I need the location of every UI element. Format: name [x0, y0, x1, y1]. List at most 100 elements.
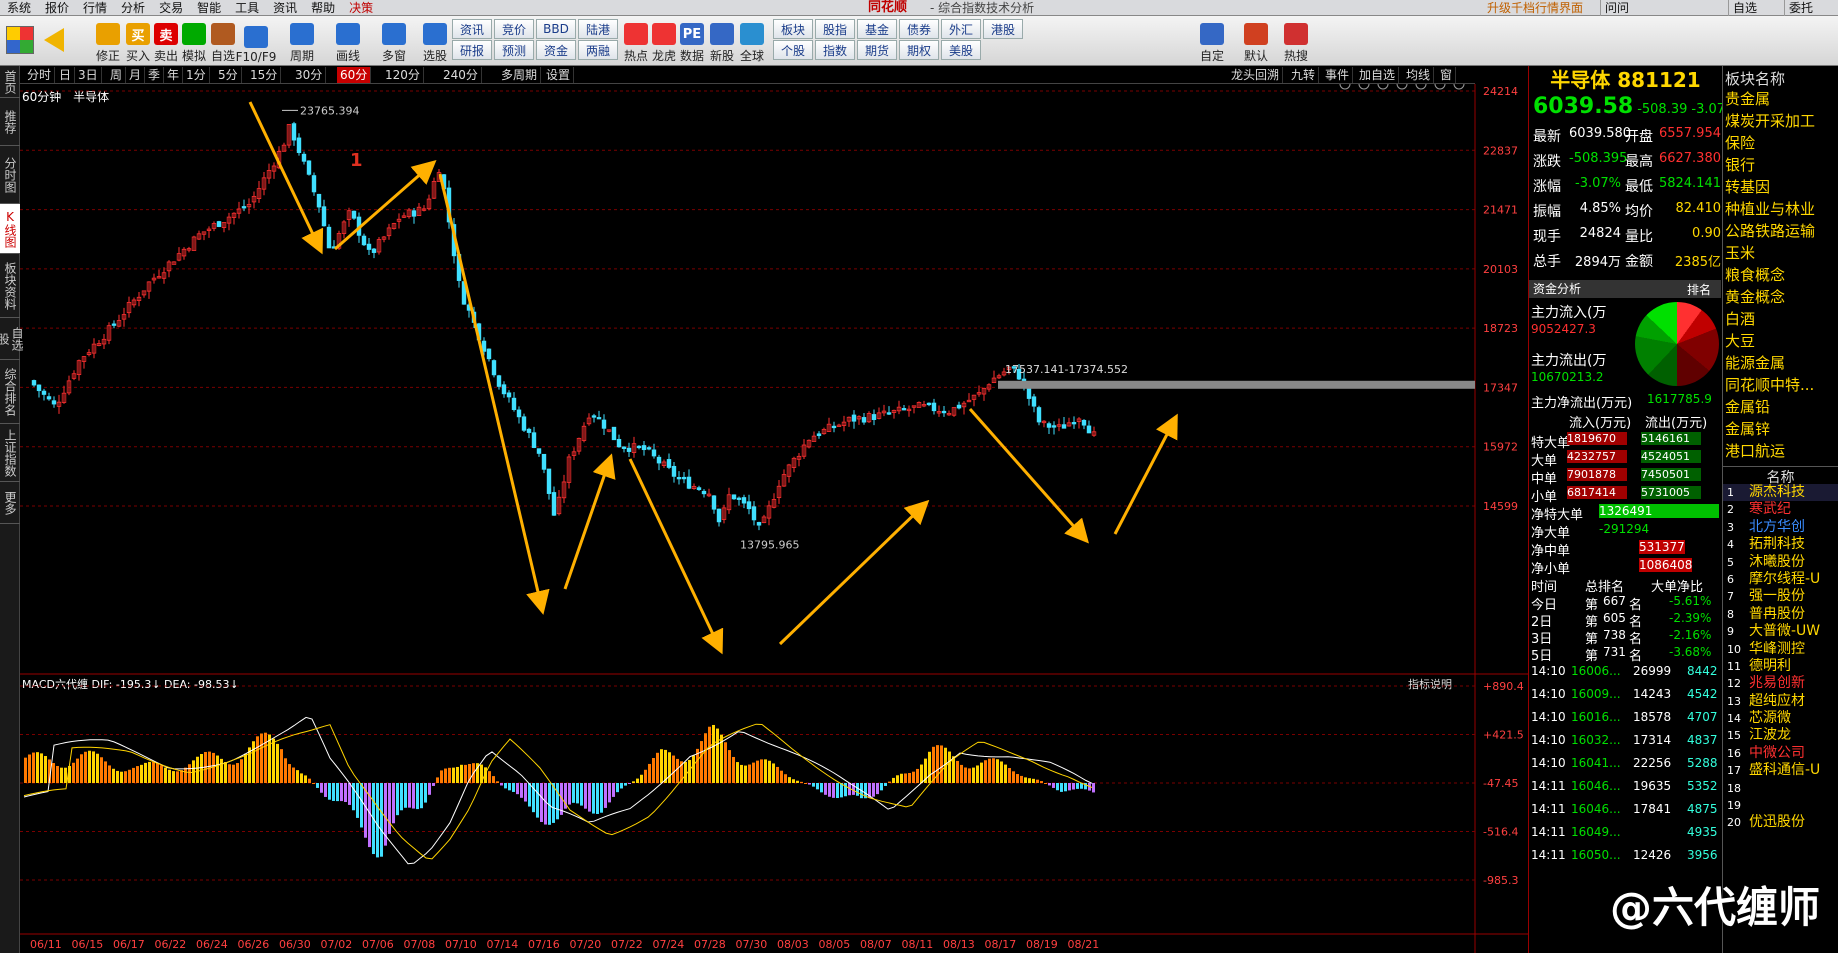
toolbar-tab[interactable]: 美股 — [941, 40, 981, 60]
toolbar-tab[interactable]: 陆港 — [578, 19, 618, 39]
stock-row[interactable]: 1 源杰科技 — [1723, 484, 1838, 502]
macd-help-button[interactable]: 指标说明 — [1408, 677, 1452, 691]
layout-icon[interactable] — [6, 26, 34, 54]
chart-tool[interactable]: 龙头回溯 — [1228, 67, 1284, 83]
period-tab[interactable]: 60分 — [337, 67, 372, 83]
stock-row[interactable]: 12 兆易创新 — [1723, 675, 1838, 692]
board-item[interactable]: 贵金属 — [1723, 88, 1838, 110]
period-tab[interactable]: 240分 — [440, 67, 482, 83]
board-item[interactable]: 白酒 — [1723, 308, 1838, 330]
pen-button[interactable]: 画线 — [330, 18, 366, 64]
period-tab[interactable]: 设置 — [543, 67, 575, 83]
board-item[interactable]: 能源金属 — [1723, 352, 1838, 374]
menu-item[interactable]: 系统 — [0, 0, 38, 16]
plus-icon[interactable] — [1415, 84, 1427, 90]
toolbar-tab[interactable]: 预测 — [494, 40, 534, 60]
kline-chart[interactable]: 24214 22837 21471 20103 18723 17347 15972 14599… — [20, 84, 1528, 953]
undo-icon[interactable] — [1377, 84, 1389, 90]
fund-rank-button[interactable]: 排名 — [1687, 281, 1711, 298]
board-item[interactable]: 同花顺中特... — [1723, 374, 1838, 396]
toolbar-tab[interactable]: 股指 — [815, 19, 855, 39]
toolbar-tab[interactable]: 外汇 — [941, 19, 981, 39]
clock-button[interactable]: 周期 — [284, 18, 320, 64]
board-item[interactable]: 种植业与林业 — [1723, 198, 1838, 220]
period-tab[interactable]: 季 — [145, 67, 165, 83]
globe-button[interactable]: 全球 — [734, 18, 770, 64]
stock-row[interactable]: 8 普冉股份 — [1723, 606, 1838, 623]
stock-row[interactable]: 7 强一股份 — [1723, 588, 1838, 605]
stock-row[interactable]: 3 北方华创 — [1723, 519, 1838, 536]
stock-row[interactable]: 15 江波龙 — [1723, 727, 1838, 744]
menu-item[interactable]: 报价 — [38, 0, 76, 16]
period-tab[interactable]: 1分 — [183, 67, 210, 83]
board-item[interactable]: 保险 — [1723, 132, 1838, 154]
chart-tool[interactable]: 均线 — [1403, 67, 1435, 83]
nav-item[interactable]: 自选股 — [0, 318, 24, 360]
back-icon[interactable] — [44, 28, 64, 52]
f10-button[interactable]: F10/F9 — [236, 18, 276, 64]
toolbar-tab[interactable]: 研报 — [452, 40, 492, 60]
zoom-in-icon[interactable] — [1358, 84, 1370, 90]
stock-row[interactable]: 16 中微公司 — [1723, 745, 1838, 762]
period-tab[interactable]: 多周期 — [498, 67, 542, 83]
nav-item[interactable]: 更多 — [0, 482, 20, 524]
menu-item[interactable]: 工具 — [228, 0, 266, 16]
stock-row[interactable]: 19 — [1723, 797, 1838, 814]
period-tab[interactable]: 30分 — [292, 67, 327, 83]
board-item[interactable]: 金属锌 — [1723, 418, 1838, 440]
board-item[interactable]: 金属铅 — [1723, 396, 1838, 418]
chart-tool[interactable]: 九转 — [1288, 67, 1320, 83]
order-button[interactable]: 委托 — [1784, 0, 1817, 16]
ask-link[interactable]: 问问 — [1600, 0, 1633, 16]
board-item[interactable]: 玉米 — [1723, 242, 1838, 264]
stock-row[interactable]: 4 拓荆科技 — [1723, 536, 1838, 553]
nav-item[interactable]: 上证指数 — [0, 424, 20, 482]
chart-tool[interactable]: 加自选 — [1356, 67, 1400, 83]
period-tab[interactable]: 15分 — [247, 67, 282, 83]
period-tab[interactable]: 3日 — [75, 67, 102, 83]
period-tab[interactable]: 年 — [164, 67, 184, 83]
toolbar-tab[interactable]: 指数 — [815, 40, 855, 60]
settings-icon[interactable] — [1396, 84, 1408, 90]
stock-row[interactable]: 17 盛科通信-U — [1723, 762, 1838, 779]
stock-row[interactable]: 5 沐曦股份 — [1723, 554, 1838, 571]
board-item[interactable]: 银行 — [1723, 154, 1838, 176]
nav-item[interactable]: 推荐 — [0, 98, 20, 146]
board-item[interactable]: 黄金概念 — [1723, 286, 1838, 308]
menu-item[interactable]: 智能 — [190, 0, 228, 16]
menu-item[interactable]: 资讯 — [266, 0, 304, 16]
board-item[interactable]: 大豆 — [1723, 330, 1838, 352]
stock-row[interactable]: 18 — [1723, 780, 1838, 797]
stock-row[interactable]: 9 大普微-UW — [1723, 623, 1838, 640]
toolbar-tab[interactable]: 个股 — [773, 40, 813, 60]
chart-tool[interactable]: 事件 — [1322, 67, 1354, 83]
toolbar-tab[interactable]: 期权 — [899, 40, 939, 60]
eye-icon[interactable] — [1339, 84, 1351, 90]
hotsearch-button[interactable]: 热搜 — [1278, 18, 1314, 64]
board-item[interactable]: 转基因 — [1723, 176, 1838, 198]
upgrade-link[interactable]: 升级千档行情界面 — [1487, 0, 1583, 16]
board-item[interactable]: 公路铁路运输 — [1723, 220, 1838, 242]
chart-tool[interactable]: 窗 — [1437, 67, 1457, 83]
menu-item[interactable]: 行情 — [76, 0, 114, 16]
period-tab[interactable]: 5分 — [215, 67, 242, 83]
stock-row[interactable]: 10 华峰测控 — [1723, 641, 1838, 658]
grid-button[interactable]: 多窗 — [376, 18, 412, 64]
menu-item[interactable]: 交易 — [152, 0, 190, 16]
menu-item[interactable]: 决策 — [342, 0, 380, 16]
toolbar-tab[interactable]: 基金 — [857, 19, 897, 39]
toolbar-tab[interactable]: 竞价 — [494, 19, 534, 39]
nav-item[interactable]: K线图 — [0, 204, 20, 254]
gauge-button[interactable]: 选股 — [417, 18, 453, 64]
nav-item[interactable]: 首页 — [0, 66, 20, 98]
toolbar-tab[interactable]: BBD — [536, 19, 576, 39]
period-tab[interactable]: 分时 — [24, 67, 56, 83]
menu-item[interactable]: 分析 — [114, 0, 152, 16]
toolbar-tab[interactable]: 资讯 — [452, 19, 492, 39]
stock-row[interactable]: 2 寒武纪 — [1723, 501, 1838, 518]
toolbar-tab[interactable]: 港股 — [983, 19, 1023, 39]
home-button[interactable]: 默认 — [1238, 18, 1274, 64]
toolbar-tab[interactable]: 资金 — [536, 40, 576, 60]
period-tab[interactable]: 日 — [56, 67, 76, 83]
period-tab[interactable]: 120分 — [382, 67, 424, 83]
